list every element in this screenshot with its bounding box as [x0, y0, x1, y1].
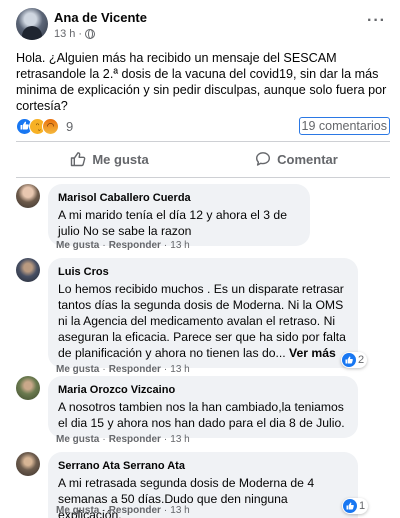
like-reaction-icon [343, 499, 357, 513]
globe-icon [85, 29, 96, 39]
like-button-label: Me gusta [92, 151, 149, 167]
comment-reply-link[interactable]: Responder [109, 434, 161, 445]
comment-author[interactable]: Serrano Ata Serrano Ata [58, 459, 348, 473]
comment-reactions[interactable]: 1 [342, 498, 369, 514]
comment-like-link[interactable]: Me gusta [56, 434, 99, 445]
separator: · [163, 240, 168, 251]
comment-count-link[interactable]: 19 comentarios [298, 117, 390, 135]
comment: Marisol Caballero Cuerda A mi marido ten… [16, 184, 390, 254]
comment-like-link[interactable]: Me gusta [56, 505, 99, 516]
angry-reaction-icon: ◠ [42, 118, 59, 135]
like-reaction-icon [342, 353, 356, 367]
comment-text: Lo hemos recibido muchos . Es un dispara… [58, 281, 348, 361]
author-name[interactable]: Ana de Vicente [54, 10, 147, 25]
comment-bubble-icon [256, 152, 271, 166]
avatar[interactable] [16, 184, 40, 208]
thumbs-up-icon [71, 152, 86, 167]
comment-actions: Me gusta · Responder · 13 h [56, 505, 190, 516]
separator: · [102, 240, 106, 251]
comment-text: A nosotros tambien nos la han cambiado,l… [58, 400, 345, 430]
separator: · [102, 505, 106, 516]
comment-bubble: Marisol Caballero Cuerda A mi marido ten… [48, 184, 310, 246]
comment-actions: Me gusta · Responder · 13 h [56, 434, 190, 445]
comment: Luis Cros Lo hemos recibido muchos . Es … [16, 258, 390, 378]
comment: Serrano Ata Serrano Ata A mi retrasada s… [16, 452, 390, 518]
comment-reactions[interactable]: 2 [341, 352, 368, 368]
comment-bubble: Luis Cros Lo hemos recibido muchos . Es … [48, 258, 358, 368]
post-meta: 13 h · [54, 28, 96, 40]
separator: · [163, 434, 168, 445]
reactions-row: ᵔ̮ ◠ 9 19 comentarios [16, 117, 390, 137]
separator: · [78, 28, 83, 40]
separator: · [102, 364, 106, 375]
comment-author[interactable]: Marisol Caballero Cuerda [58, 191, 300, 205]
reaction-count[interactable]: 9 [66, 119, 73, 134]
comment-actions: Me gusta · Responder · 13 h [56, 364, 190, 375]
comment: Maria Orozco Vizcaino A nosotros tambien… [16, 376, 390, 450]
divider-bottom [16, 177, 390, 178]
comment-author[interactable]: Luis Cros [58, 265, 348, 279]
avatar[interactable] [16, 376, 40, 400]
comment-bubble: Maria Orozco Vizcaino A nosotros tambien… [48, 376, 358, 438]
separator: · [163, 505, 168, 516]
comment-button-label: Comentar [277, 151, 338, 167]
reaction-icons[interactable]: ᵔ̮ ◠ [16, 118, 59, 135]
author-avatar[interactable] [16, 8, 48, 40]
more-icon[interactable]: ··· [367, 13, 386, 29]
separator: · [163, 364, 168, 375]
comment-author[interactable]: Maria Orozco Vizcaino [58, 383, 348, 397]
like-button[interactable]: Me gusta [16, 146, 203, 172]
see-more-link[interactable]: Ver más [289, 346, 336, 360]
comment-text: A mi marido tenía el día 12 y ahora el 3… [58, 208, 287, 238]
comment-time[interactable]: 13 h [170, 240, 189, 251]
avatar[interactable] [16, 258, 40, 282]
comment-like-link[interactable]: Me gusta [56, 240, 99, 251]
actions-bar: Me gusta Comentar [16, 146, 390, 172]
separator: · [102, 434, 106, 445]
comment-time[interactable]: 13 h [170, 434, 189, 445]
comment-reply-link[interactable]: Responder [109, 364, 161, 375]
comment-time[interactable]: 13 h [170, 364, 189, 375]
comment-actions: Me gusta · Responder · 13 h [56, 240, 190, 251]
comment-reply-link[interactable]: Responder [109, 240, 161, 251]
post-text: Hola. ¿Alguien más ha recibido un mensaj… [16, 51, 387, 113]
comment-button[interactable]: Comentar [203, 146, 390, 172]
comment-reply-link[interactable]: Responder [109, 505, 161, 516]
avatar[interactable] [16, 452, 40, 476]
comment-time[interactable]: 13 h [170, 505, 189, 516]
comment-reaction-count: 2 [358, 354, 365, 366]
divider-top [16, 141, 390, 142]
post-time[interactable]: 13 h [54, 28, 75, 40]
comment-reaction-count: 1 [359, 500, 366, 512]
comment-like-link[interactable]: Me gusta [56, 364, 99, 375]
post-header: Ana de Vicente 13 h · ··· [16, 8, 388, 44]
